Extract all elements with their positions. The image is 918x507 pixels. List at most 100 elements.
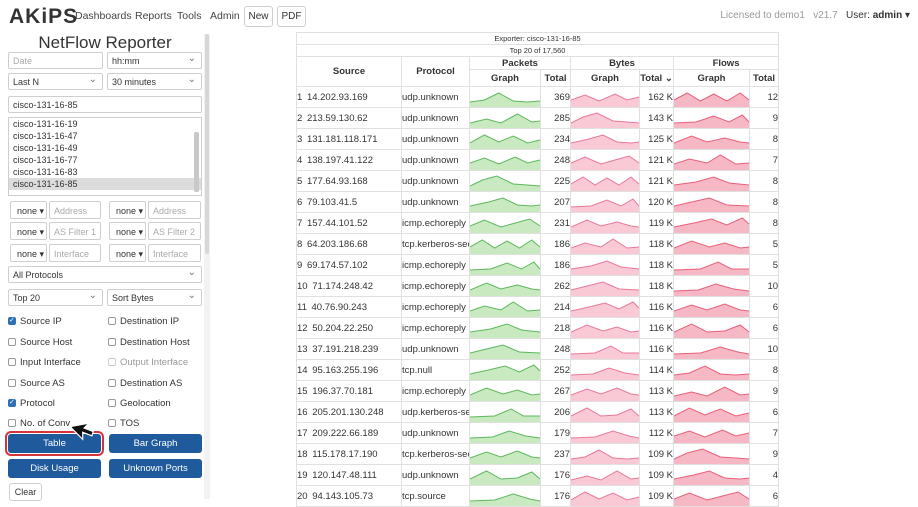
device-filter-input[interactable]: cisco-131-16-85 <box>8 96 202 113</box>
source-cell[interactable]: 1 14.202.93.169 <box>296 86 402 108</box>
as1-mode[interactable]: none ▾ <box>10 222 47 240</box>
packets-sparkline[interactable] <box>469 422 541 444</box>
table-row[interactable]: 7 157.44.101.52 icmp.echoreply 231 119 K8 <box>296 212 780 234</box>
source-ip[interactable]: 64.203.186.68 <box>307 239 368 250</box>
list-item-selected[interactable]: cisco-131-16-85 <box>9 178 201 190</box>
table-row[interactable]: 13 37.191.218.239 udp.unknown 248 116 K 10 <box>296 338 780 360</box>
time-input[interactable]: hh:mm <box>107 50 202 69</box>
flows-sparkline[interactable] <box>673 380 750 402</box>
packets-sparkline[interactable] <box>469 233 541 255</box>
source-cell[interactable]: 11 40.76.90.243 <box>296 296 402 318</box>
source-cell[interactable]: 9 69.174.57.102 <box>296 254 402 276</box>
packets-sparkline[interactable] <box>469 359 541 381</box>
top-n-select[interactable]: Top 20 <box>8 287 103 306</box>
chevron-down-icon[interactable]: ▾ <box>905 10 910 21</box>
source-ip[interactable]: 50.204.22.250 <box>312 323 373 334</box>
flows-sparkline[interactable] <box>673 212 750 234</box>
bytes-sparkline[interactable] <box>570 212 640 234</box>
bytes-sparkline[interactable] <box>570 359 640 381</box>
as-filter-2[interactable]: AS Filter 2 <box>148 222 201 240</box>
range-mode-select[interactable]: Last N <box>8 71 103 90</box>
source-ip[interactable]: 177.64.93.168 <box>307 176 368 187</box>
destination-as-checkbox[interactable]: Destination AS <box>108 378 182 389</box>
flows-sparkline[interactable] <box>673 128 750 150</box>
bytes-sparkline[interactable] <box>570 338 640 360</box>
table-row[interactable]: 6 79.103.41.5 udp.unknown 207 120 K8 <box>296 191 780 213</box>
protocols-select[interactable]: All Protocols <box>8 264 202 283</box>
source-cell[interactable]: 19 120.147.48.111 <box>296 464 402 486</box>
source-cell[interactable]: 14 95.163.255.196 <box>296 359 402 381</box>
list-item[interactable]: cisco-131-16-47 <box>9 130 201 142</box>
flows-sparkline[interactable] <box>673 464 750 486</box>
flows-sparkline[interactable] <box>673 191 750 213</box>
packets-sparkline[interactable] <box>469 107 541 129</box>
packets-sparkline[interactable] <box>469 338 541 360</box>
list-item[interactable]: cisco-131-16-83 <box>9 166 201 178</box>
source-ip[interactable]: 196.37.70.181 <box>312 386 373 397</box>
source-ip[interactable]: 95.163.255.196 <box>312 365 378 376</box>
source-ip[interactable]: 79.103.41.5 <box>307 197 357 208</box>
dst-address-filter[interactable]: Address Filt <box>148 201 201 234</box>
table-row[interactable]: 3 131.181.118.171 udp.unknown 234 125 K8 <box>296 128 780 150</box>
bytes-sparkline[interactable] <box>570 275 640 297</box>
table-row[interactable]: 14 95.163.255.196 tcp.null 252 114 K8 <box>296 359 780 381</box>
src-address-mode[interactable]: none ▾ <box>10 201 47 219</box>
packets-sparkline[interactable] <box>469 170 541 192</box>
source-cell[interactable]: 15 196.37.70.181 <box>296 380 402 402</box>
col-protocol[interactable]: Protocol <box>401 56 470 87</box>
nav-admin[interactable]: Admin <box>210 10 240 22</box>
out-iface-mode[interactable]: none ▾ <box>109 244 146 262</box>
in-iface-mode[interactable]: none ▾ <box>10 244 47 262</box>
source-cell[interactable]: 12 50.204.22.250 <box>296 317 402 339</box>
list-item[interactable]: cisco-131-16-77 <box>9 154 201 166</box>
table-row[interactable]: 18 115.178.17.190 tcp.kerberos-sec 237 109 … <box>296 443 780 465</box>
no-of-conv-checkbox[interactable]: No. of Conv <box>8 418 70 429</box>
flows-sparkline[interactable] <box>673 317 750 339</box>
src-address-filter[interactable]: Address Filt <box>49 201 101 234</box>
bar-graph-button[interactable]: Bar Graph <box>109 434 202 453</box>
device-list[interactable]: cisco-131-16-19 cisco-131-16-47 cisco-13… <box>8 117 202 196</box>
as2-mode[interactable]: none ▾ <box>109 222 146 240</box>
bytes-sparkline[interactable] <box>570 464 640 486</box>
table-row[interactable]: 12 50.204.22.250 icmp.echoreply 218 116 K6 <box>296 317 780 339</box>
protocol-checkbox[interactable]: Protocol <box>8 398 55 409</box>
packets-sparkline[interactable] <box>469 212 541 234</box>
source-ip[interactable]: 40.76.90.243 <box>312 302 367 313</box>
akips-logo[interactable]: AKiPS <box>9 5 78 29</box>
table-row[interactable]: 10 71.174.248.42 icmp.echoreply 262 118 K 10 <box>296 275 780 297</box>
table-row[interactable]: 1 14.202.93.169 udp.unknown 369 162 K 12 <box>296 86 780 108</box>
table-row[interactable]: 20 94.143.105.73 tcp.source 176 109 K6 <box>296 485 780 507</box>
destination-host-checkbox[interactable]: Destination Host <box>108 337 190 348</box>
packets-sparkline[interactable] <box>469 380 541 402</box>
col-packets-total[interactable]: Total <box>540 69 571 87</box>
packets-sparkline[interactable] <box>469 275 541 297</box>
source-ip[interactable]: 213.59.130.62 <box>307 113 368 124</box>
source-cell[interactable]: 7 157.44.101.52 <box>296 212 402 234</box>
source-ip-checkbox[interactable]: Source IP <box>8 316 62 327</box>
flows-sparkline[interactable] <box>673 338 750 360</box>
source-cell[interactable]: 5 177.64.93.168 <box>296 170 402 192</box>
source-host-checkbox[interactable]: Source Host <box>8 337 72 348</box>
unknown-ports-button[interactable]: Unknown Ports <box>109 459 202 478</box>
bytes-sparkline[interactable] <box>570 485 640 507</box>
source-ip[interactable]: 209.222.66.189 <box>312 428 378 439</box>
col-bytes-total-sorted[interactable]: Total ⌄ <box>639 69 674 87</box>
list-item[interactable]: cisco-131-16-19 <box>9 118 201 130</box>
source-ip[interactable]: 120.147.48.111 <box>312 470 377 481</box>
destination-ip-checkbox[interactable]: Destination IP <box>108 316 179 327</box>
source-ip[interactable]: 94.143.105.73 <box>312 491 373 502</box>
table-row[interactable]: 9 69.174.57.102 icmp.echoreply 186 118 K5 <box>296 254 780 276</box>
bytes-sparkline[interactable] <box>570 107 640 129</box>
table-row[interactable]: 5 177.64.93.168 udp.unknown 225 121 K8 <box>296 170 780 192</box>
sort-select[interactable]: Sort Bytes <box>107 287 202 306</box>
col-flows-total[interactable]: Total <box>748 69 780 87</box>
flows-sparkline[interactable] <box>673 359 750 381</box>
source-cell[interactable]: 20 94.143.105.73 <box>296 485 402 507</box>
out-interface-filter[interactable]: Interface Fil <box>148 244 201 277</box>
source-ip[interactable]: 131.181.118.171 <box>307 134 378 145</box>
packets-sparkline[interactable] <box>469 86 541 108</box>
bytes-sparkline[interactable] <box>570 86 640 108</box>
table-row[interactable]: 8 64.203.186.68 tcp.kerberos-sec 186 118 K5 <box>296 233 780 255</box>
source-cell[interactable]: 4 138.197.41.122 <box>296 149 402 171</box>
packets-sparkline[interactable] <box>469 128 541 150</box>
